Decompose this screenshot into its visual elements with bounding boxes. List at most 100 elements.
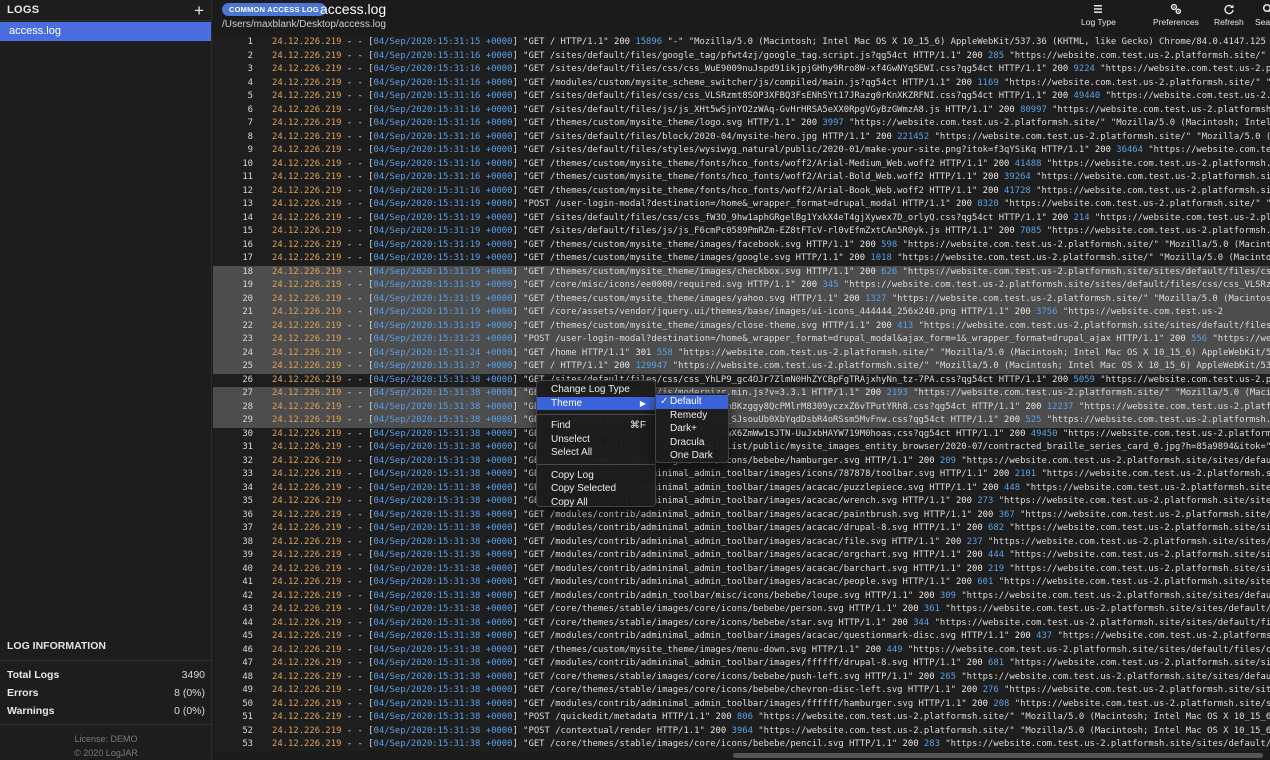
log-row[interactable]: 52 24.12.226.219 - - [04/Sep/2020:15:31:3… xyxy=(213,725,1270,739)
theme-option-remedy[interactable]: Remedy xyxy=(656,409,728,423)
log-row[interactable]: 45 24.12.226.219 - - [04/Sep/2020:15:31:3… xyxy=(213,630,1270,644)
log-row[interactable]: 35 24.12.226.219 - - [04/Sep/2020:15:31:3… xyxy=(213,495,1270,509)
log-row[interactable]: 25 24.12.226.219 - - [04/Sep/2020:15:31:3… xyxy=(213,360,1270,374)
log-row[interactable]: 18 24.12.226.219 - - [04/Sep/2020:15:31:1… xyxy=(213,265,1270,279)
referrer-agent: "https://website.com.test.us-2.platforms… xyxy=(1004,685,1270,695)
request-line: "GET /modules/contrib/adminimal_admin_to… xyxy=(523,658,967,668)
log-row[interactable]: 51 24.12.226.219 - - [04/Sep/2020:15:31:3… xyxy=(213,711,1270,725)
log-row[interactable]: 39 24.12.226.219 - - [04/Sep/2020:15:31:3… xyxy=(213,549,1270,563)
log-row[interactable]: 33 24.12.226.219 - - [04/Sep/2020:15:31:3… xyxy=(213,468,1270,482)
log-row[interactable]: 1 24.12.226.219 - - [04/Sep/2020:15:31:15… xyxy=(213,36,1270,50)
theme-option-dracula[interactable]: Dracula xyxy=(656,436,728,450)
log-row[interactable]: 47 24.12.226.219 - - [04/Sep/2020:15:31:3… xyxy=(213,657,1270,671)
referrer-agent: "https://website.com.test.us-2 xyxy=(1148,145,1270,155)
client-ip: 24.12.226.219 xyxy=(272,401,342,412)
log-row[interactable]: 24 24.12.226.219 - - [04/Sep/2020:15:31:2… xyxy=(213,346,1270,360)
log-row[interactable]: 31 24.12.226.219 - - [04/Sep/2020:15:31:3… xyxy=(213,441,1270,455)
log-row[interactable]: 22 24.12.226.219 - - [04/Sep/2020:15:31:1… xyxy=(213,319,1270,333)
request-line: "POST /user-login-modal?destination=/hom… xyxy=(523,199,956,209)
log-row[interactable]: 2 24.12.226.219 - - [04/Sep/2020:15:31:16… xyxy=(213,50,1270,64)
log-row[interactable]: 50 24.12.226.219 - - [04/Sep/2020:15:31:3… xyxy=(213,698,1270,712)
log-row[interactable]: 10 24.12.226.219 - - [04/Sep/2020:15:31:1… xyxy=(213,158,1270,172)
log-row[interactable]: 3 24.12.226.219 - - [04/Sep/2020:15:31:16… xyxy=(213,63,1270,77)
line-number: 33 xyxy=(242,469,253,479)
log-row[interactable]: 40 24.12.226.219 - - [04/Sep/2020:15:31:3… xyxy=(213,563,1270,577)
log-row[interactable]: 11 24.12.226.219 - - [04/Sep/2020:15:31:1… xyxy=(213,171,1270,185)
menu-item-copy-log[interactable]: Copy Log xyxy=(537,469,655,483)
log-row[interactable]: 21 24.12.226.219 - - [04/Sep/2020:15:31:1… xyxy=(213,306,1270,320)
log-row[interactable]: 16 24.12.226.219 - - [04/Sep/2020:15:31:1… xyxy=(213,239,1270,253)
log-row[interactable]: 37 24.12.226.219 - - [04/Sep/2020:15:31:3… xyxy=(213,522,1270,536)
status-code: 200 xyxy=(902,604,924,614)
referrer-agent: "https://website.com.test.us-2.platforms… xyxy=(1036,185,1270,196)
menu-item-select-all[interactable]: Select All xyxy=(537,446,655,460)
request-line: "GET /core/themes/stable/images/core/ico… xyxy=(523,685,962,695)
scrollbar-thumb[interactable] xyxy=(733,753,1263,758)
menu-item-copy-all[interactable]: Copy All xyxy=(537,496,655,510)
log-row[interactable]: 42 24.12.226.219 - - [04/Sep/2020:15:31:3… xyxy=(213,590,1270,604)
log-row[interactable]: 7 24.12.226.219 - - [04/Sep/2020:15:31:16… xyxy=(213,117,1270,131)
log-row[interactable]: 12 24.12.226.219 - - [04/Sep/2020:15:31:1… xyxy=(213,185,1270,199)
menu-item-unselect[interactable]: Unselect xyxy=(537,433,655,447)
preferences-button[interactable]: Preferences xyxy=(1153,3,1199,27)
status-code: 301 xyxy=(635,347,657,358)
log-row[interactable]: 26 24.12.226.219 - - [04/Sep/2020:15:31:3… xyxy=(213,374,1270,388)
theme-option-default[interactable]: ✓ Default xyxy=(656,395,728,409)
refresh-button[interactable]: Refresh xyxy=(1214,3,1244,27)
response-size: 556 xyxy=(1191,334,1213,344)
log-row[interactable]: 6 24.12.226.219 - - [04/Sep/2020:15:31:16… xyxy=(213,104,1270,118)
log-row[interactable]: 28 24.12.226.219 - - [04/Sep/2020:15:31:3… xyxy=(213,400,1270,414)
log-row[interactable]: 13 24.12.226.219 - - [04/Sep/2020:15:31:1… xyxy=(213,198,1270,212)
log-row[interactable]: 15 24.12.226.219 - - [04/Sep/2020:15:31:1… xyxy=(213,225,1270,239)
referrer-agent: "https://website.com.test.us-2.platforms… xyxy=(961,590,1270,601)
bracket-close: ] xyxy=(512,104,524,115)
log-row[interactable]: 38 24.12.226.219 - - [04/Sep/2020:15:31:3… xyxy=(213,536,1270,550)
log-row[interactable]: 19 24.12.226.219 - - [04/Sep/2020:15:31:1… xyxy=(213,279,1270,293)
request-line: "GET /sites/default/files/google_tag/pfw… xyxy=(523,50,967,61)
log-row[interactable]: 20 24.12.226.219 - - [04/Sep/2020:15:31:1… xyxy=(213,292,1270,306)
log-row[interactable]: 48 24.12.226.219 - - [04/Sep/2020:15:31:3… xyxy=(213,671,1270,685)
log-row[interactable]: 49 24.12.226.219 - - [04/Sep/2020:15:31:3… xyxy=(213,684,1270,698)
client-ip: 24.12.226.219 xyxy=(272,739,342,749)
log-row[interactable]: 8 24.12.226.219 - - [04/Sep/2020:15:31:16… xyxy=(213,131,1270,145)
log-entry-text: 24.12.226.219 - - [04/Sep/2020:15:31:38 … xyxy=(253,657,1270,671)
log-viewer[interactable]: 1 24.12.226.219 - - [04/Sep/2020:15:31:15… xyxy=(213,36,1270,760)
log-row[interactable]: 43 24.12.226.219 - - [04/Sep/2020:15:31:3… xyxy=(213,603,1270,617)
log-row[interactable]: 4 24.12.226.219 - - [04/Sep/2020:15:31:16… xyxy=(213,77,1270,91)
menu-item-copy-selected[interactable]: Copy Selected xyxy=(537,482,655,496)
log-row[interactable]: 53 24.12.226.219 - - [04/Sep/2020:15:31:3… xyxy=(213,738,1270,752)
response-size: 214 xyxy=(1073,212,1095,223)
log-row[interactable]: 34 24.12.226.219 - - [04/Sep/2020:15:31:3… xyxy=(213,482,1270,496)
bracket-close: ] xyxy=(512,455,524,466)
line-number: 4 xyxy=(247,77,253,88)
log-type-button[interactable]: Log Type xyxy=(1081,3,1116,27)
referrer-agent: "https://website.com.test.us-2.platforms… xyxy=(843,280,1270,290)
log-row[interactable]: 32 24.12.226.219 - - [04/Sep/2020:15:31:3… xyxy=(213,455,1270,469)
sidebar-item-access-log[interactable]: access.log xyxy=(0,22,211,41)
log-row[interactable]: 30 24.12.226.219 - - [04/Sep/2020:15:31:3… xyxy=(213,428,1270,442)
file-path: /Users/maxblank/Desktop/access.log xyxy=(222,19,386,30)
add-log-icon[interactable]: + xyxy=(194,2,204,19)
log-row[interactable]: 29 24.12.226.219 - - [04/Sep/2020:15:31:3… xyxy=(213,414,1270,428)
log-row[interactable]: 46 24.12.226.219 - - [04/Sep/2020:15:31:3… xyxy=(213,644,1270,658)
log-row[interactable]: 9 24.12.226.219 - - [04/Sep/2020:15:31:16… xyxy=(213,144,1270,158)
menu-item-change-log-type[interactable]: Change Log Type xyxy=(537,383,655,397)
log-row[interactable]: 5 24.12.226.219 - - [04/Sep/2020:15:31:16… xyxy=(213,90,1270,104)
theme-option-dark-[interactable]: Dark+ xyxy=(656,422,728,436)
status-code: 200 xyxy=(1004,415,1026,425)
menu-item-find[interactable]: Find ⌘F xyxy=(537,419,655,433)
log-row[interactable]: 14 24.12.226.219 - - [04/Sep/2020:15:31:1… xyxy=(213,212,1270,226)
theme-option-one-dark[interactable]: One Dark xyxy=(656,449,728,463)
response-size: 449 xyxy=(886,644,908,655)
log-row[interactable]: 17 24.12.226.219 - - [04/Sep/2020:15:31:1… xyxy=(213,252,1270,266)
response-size: 41488 xyxy=(1014,158,1047,169)
log-row[interactable]: 44 24.12.226.219 - - [04/Sep/2020:15:31:3… xyxy=(213,617,1270,631)
menu-item-theme[interactable]: Theme ▶ xyxy=(537,396,655,410)
log-row[interactable]: 36 24.12.226.219 - - [04/Sep/2020:15:31:3… xyxy=(213,509,1270,523)
horizontal-scrollbar[interactable] xyxy=(213,751,1270,760)
log-row[interactable]: 23 24.12.226.219 - - [04/Sep/2020:15:31:2… xyxy=(213,333,1270,347)
log-row[interactable]: 27 24.12.226.219 - - [04/Sep/2020:15:31:3… xyxy=(213,387,1270,401)
log-row[interactable]: 41 24.12.226.219 - - [04/Sep/2020:15:31:3… xyxy=(213,576,1270,590)
timestamp: 04/Sep/2020:15:31:16 +0000 xyxy=(373,118,513,128)
search-button[interactable]: Search xyxy=(1255,3,1270,27)
